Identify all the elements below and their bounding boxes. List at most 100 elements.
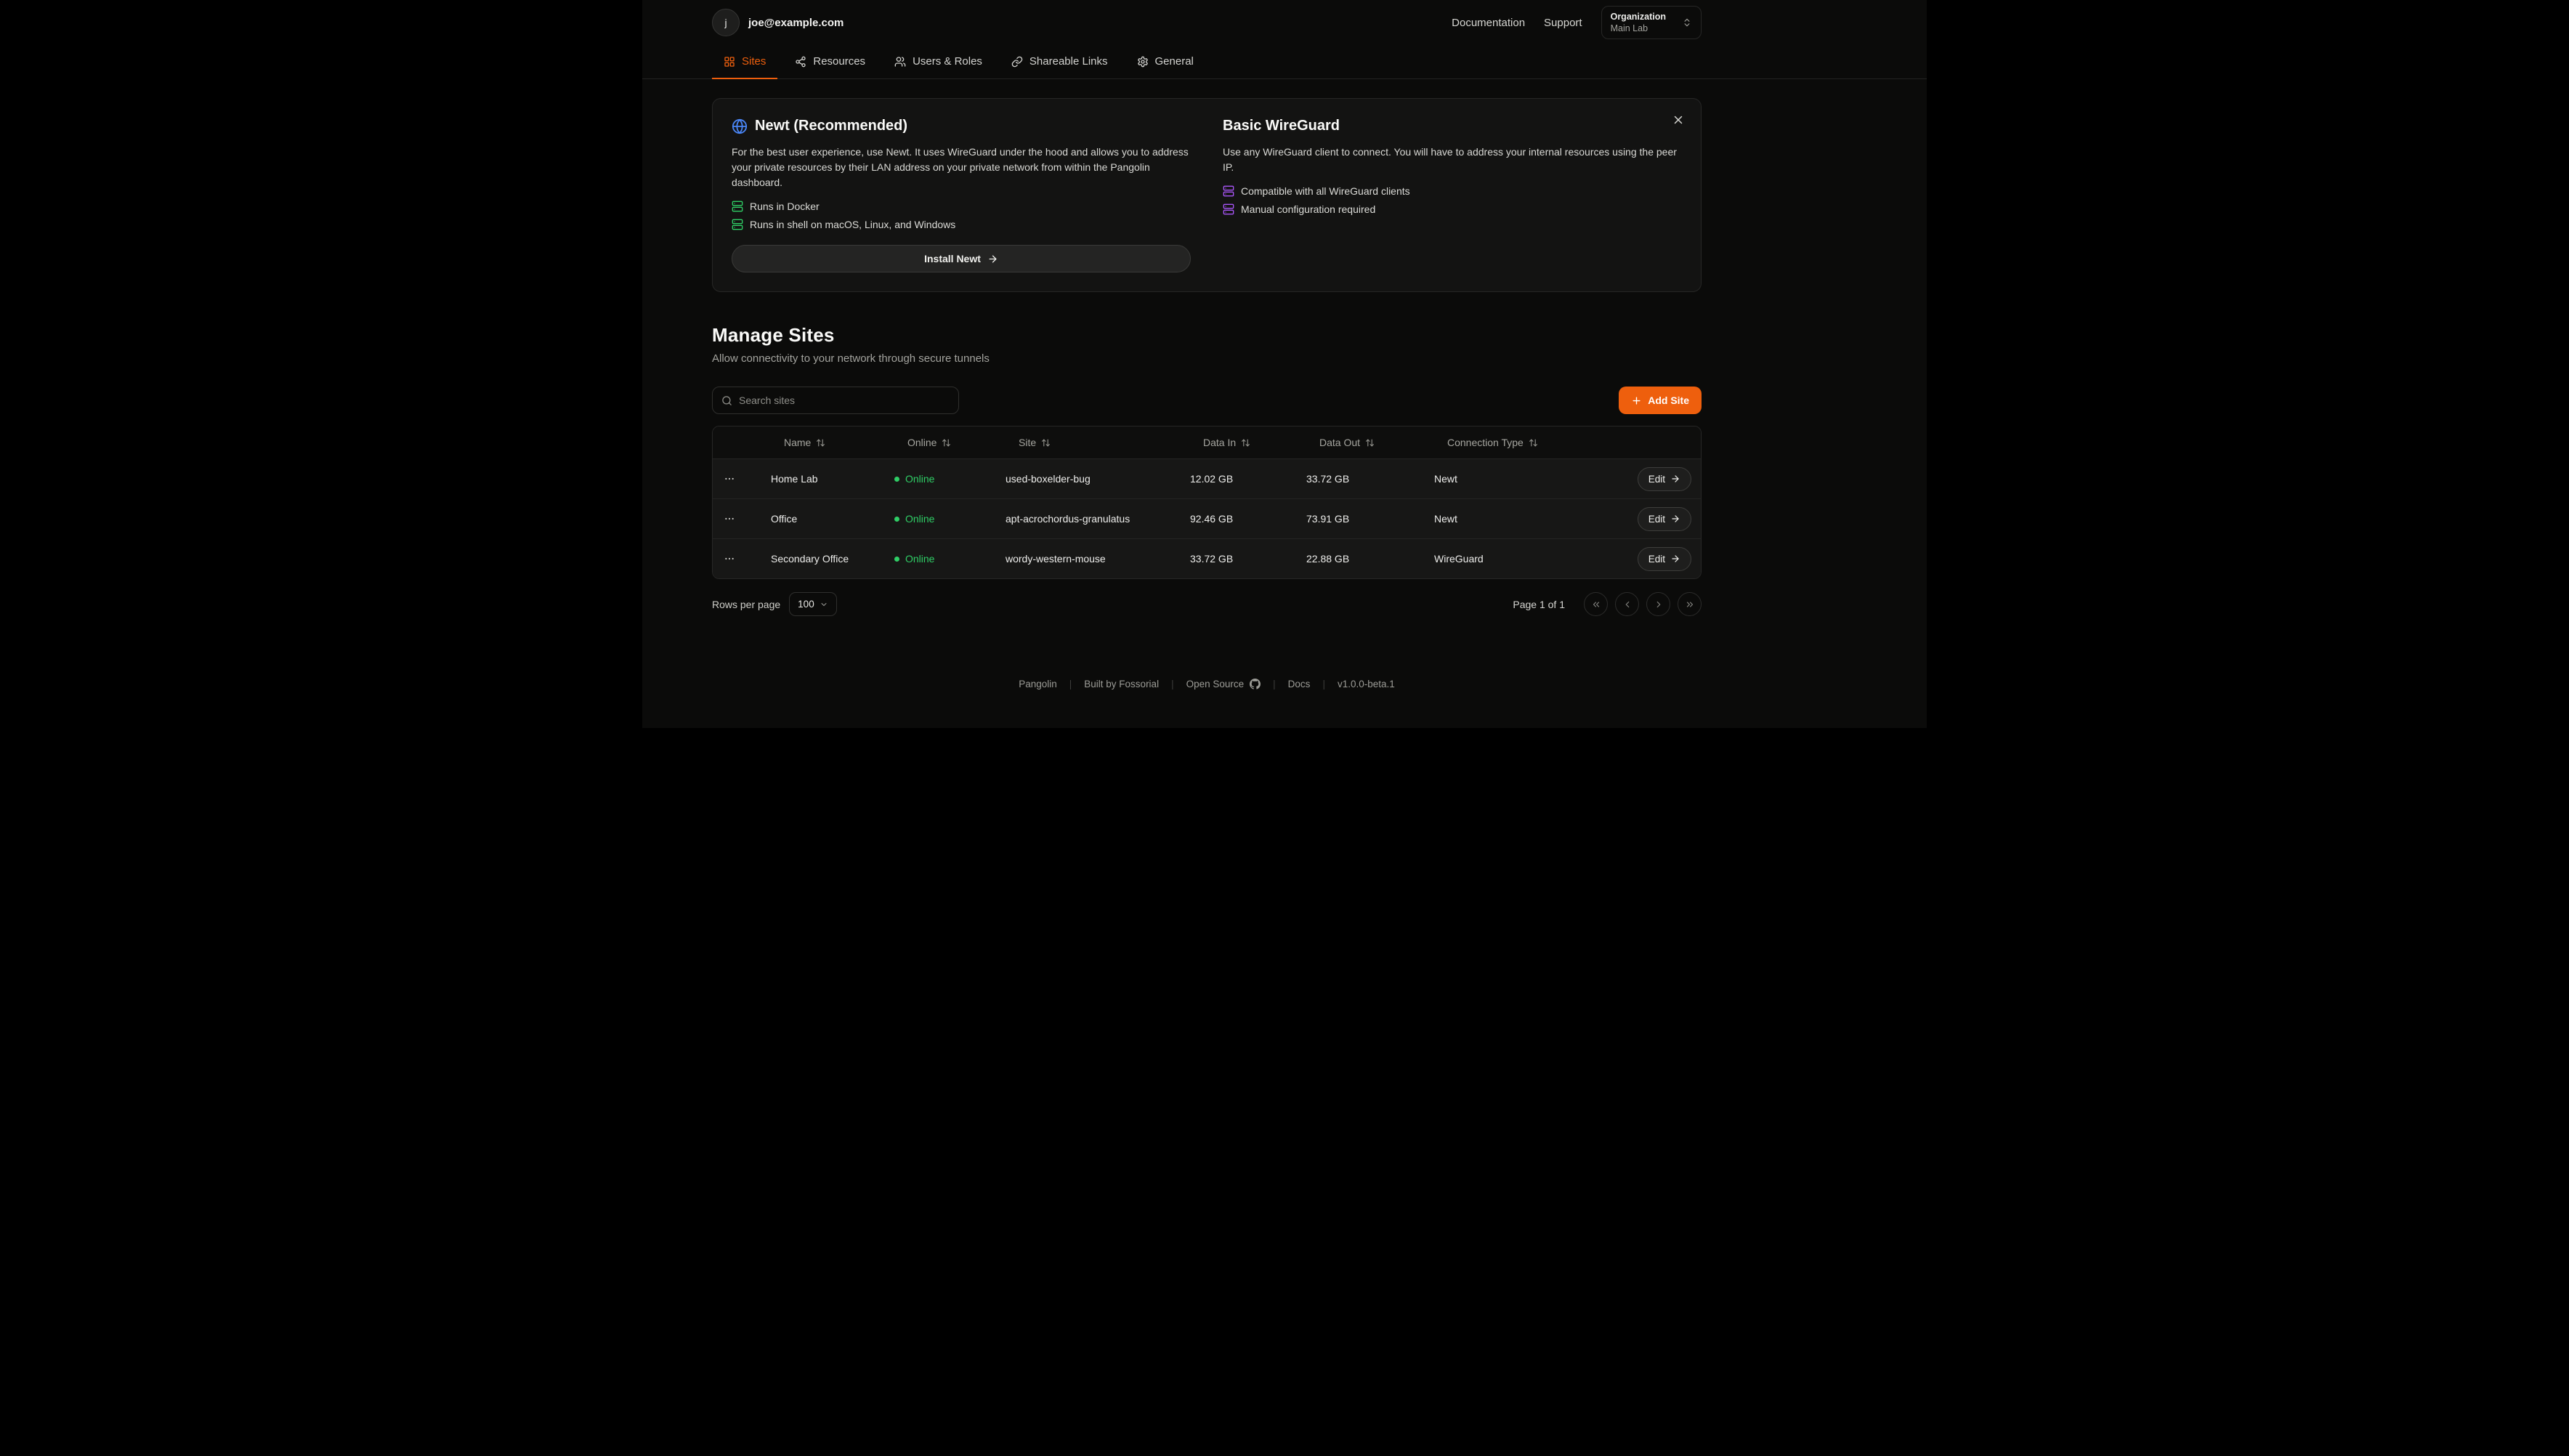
column-header-name[interactable]: Name	[759, 437, 883, 448]
newt-feature: Runs in shell on macOS, Linux, and Windo…	[732, 219, 1191, 230]
tab-resources[interactable]: Resources	[783, 45, 877, 79]
connection-type: Newt	[1423, 473, 1582, 485]
main-nav-tabs: Sites Resources Users & Roles Shareable …	[642, 45, 1927, 79]
column-header-data-in[interactable]: Data In	[1178, 437, 1295, 448]
globe-icon	[732, 118, 748, 134]
grid-icon	[724, 56, 735, 68]
page-info: Page 1 of 1	[1513, 599, 1565, 610]
edit-site-button[interactable]: Edit	[1638, 467, 1691, 491]
sort-icon	[942, 438, 951, 448]
arrow-right-icon	[1670, 514, 1680, 524]
user-info: j joe@example.com	[712, 9, 843, 36]
support-link[interactable]: Support	[1544, 17, 1582, 29]
org-selector[interactable]: Organization Main Lab	[1601, 6, 1702, 39]
site-name: Secondary Office	[759, 553, 883, 565]
connection-methods-card: Newt (Recommended) For the best user exp…	[712, 98, 1702, 292]
edit-label: Edit	[1648, 554, 1665, 565]
edit-label: Edit	[1648, 514, 1665, 525]
server-icon	[732, 219, 743, 230]
chevron-left-icon	[1622, 599, 1633, 610]
site-name: Home Lab	[759, 473, 883, 485]
wireguard-feature-label: Compatible with all WireGuard clients	[1241, 185, 1410, 197]
edit-label: Edit	[1648, 474, 1665, 485]
site-id: wordy-western-mouse	[994, 553, 1178, 565]
edit-site-button[interactable]: Edit	[1638, 547, 1691, 571]
sort-icon	[1041, 438, 1051, 448]
column-header-data-out[interactable]: Data Out	[1295, 437, 1423, 448]
next-page-button[interactable]	[1646, 592, 1670, 616]
previous-page-button[interactable]	[1615, 592, 1639, 616]
first-page-button[interactable]	[1584, 592, 1608, 616]
footer-open-source-link[interactable]: Open Source	[1186, 679, 1261, 689]
table-row: Office Online apt-acrochordus-granulatus…	[713, 498, 1701, 538]
data-in: 33.72 GB	[1178, 553, 1295, 565]
newt-column: Newt (Recommended) For the best user exp…	[732, 118, 1191, 272]
row-menu-button[interactable]	[719, 509, 740, 528]
search-icon	[721, 395, 732, 406]
wireguard-features: Compatible with all WireGuard clients Ma…	[1223, 185, 1682, 215]
online-dot	[894, 477, 899, 482]
newt-feature-label: Runs in Docker	[750, 201, 820, 212]
top-bar: j joe@example.com Documentation Support …	[642, 0, 1927, 45]
arrow-right-icon	[1670, 474, 1680, 484]
wireguard-title: Basic WireGuard	[1223, 118, 1340, 134]
data-out: 22.88 GB	[1295, 553, 1423, 565]
row-menu-button[interactable]	[719, 469, 740, 488]
add-site-label: Add Site	[1648, 395, 1689, 406]
tab-sites[interactable]: Sites	[712, 45, 777, 79]
table-controls: Add Site	[712, 387, 1702, 414]
footer-divider: |	[1273, 679, 1276, 689]
page-footer: Pangolin | Built by Fossorial | Open Sou…	[712, 679, 1702, 719]
user-email: joe@example.com	[748, 17, 843, 29]
newt-feature-label: Runs in shell on macOS, Linux, and Windo…	[750, 219, 955, 230]
footer-brand-link[interactable]: Pangolin	[1019, 679, 1057, 689]
sort-icon	[1529, 438, 1538, 448]
server-icon	[732, 201, 743, 212]
install-newt-button[interactable]: Install Newt	[732, 245, 1191, 272]
tab-shareable-links[interactable]: Shareable Links	[1000, 45, 1120, 79]
status-badge: Online	[905, 513, 934, 525]
column-header-connection-type[interactable]: Connection Type	[1423, 437, 1582, 448]
rows-per-page-value: 100	[798, 599, 814, 610]
pagination: Page 1 of 1	[1513, 592, 1702, 616]
sites-table: Name Online Site Data In Data Out Connec…	[712, 426, 1702, 579]
avatar[interactable]: j	[712, 9, 740, 36]
data-in: 12.02 GB	[1178, 473, 1295, 485]
tab-resources-label: Resources	[813, 55, 865, 68]
column-header-online-label: Online	[907, 437, 936, 448]
online-dot	[894, 517, 899, 522]
column-header-site[interactable]: Site	[994, 437, 1178, 448]
newt-feature: Runs in Docker	[732, 201, 1191, 212]
site-id: apt-acrochordus-granulatus	[994, 513, 1178, 525]
ellipsis-icon	[724, 553, 735, 565]
documentation-link[interactable]: Documentation	[1452, 17, 1525, 29]
footer-built-by-link[interactable]: Built by Fossorial	[1084, 679, 1159, 689]
ellipsis-icon	[724, 513, 735, 525]
arrow-right-icon	[987, 254, 998, 264]
tab-general[interactable]: General	[1125, 45, 1205, 79]
last-page-button[interactable]	[1678, 592, 1702, 616]
edit-site-button[interactable]: Edit	[1638, 507, 1691, 531]
tab-users-roles[interactable]: Users & Roles	[883, 45, 994, 79]
footer-docs-link[interactable]: Docs	[1288, 679, 1311, 689]
chevrons-up-down-icon	[1682, 17, 1692, 28]
sort-icon	[1365, 438, 1375, 448]
sort-icon	[816, 438, 825, 448]
column-header-data-out-label: Data Out	[1319, 437, 1360, 448]
search-input[interactable]	[739, 395, 950, 406]
column-header-online[interactable]: Online	[883, 437, 994, 448]
close-card-button[interactable]	[1669, 110, 1688, 129]
main-content: Newt (Recommended) For the best user exp…	[712, 98, 1702, 719]
rows-per-page-select[interactable]: 100	[789, 592, 837, 616]
top-bar-links: Documentation Support Organization Main …	[1452, 6, 1702, 39]
row-menu-button[interactable]	[719, 549, 740, 568]
rows-per-page-label: Rows per page	[712, 599, 780, 610]
column-header-connection-type-label: Connection Type	[1447, 437, 1524, 448]
users-icon	[894, 56, 906, 68]
table-row: Home Lab Online used-boxelder-bug 12.02 …	[713, 458, 1701, 498]
arrow-right-icon	[1670, 554, 1680, 564]
table-header-row: Name Online Site Data In Data Out Connec…	[713, 426, 1701, 458]
wireguard-feature: Compatible with all WireGuard clients	[1223, 185, 1682, 197]
newt-description: For the best user experience, use Newt. …	[732, 145, 1191, 190]
add-site-button[interactable]: Add Site	[1619, 387, 1702, 414]
